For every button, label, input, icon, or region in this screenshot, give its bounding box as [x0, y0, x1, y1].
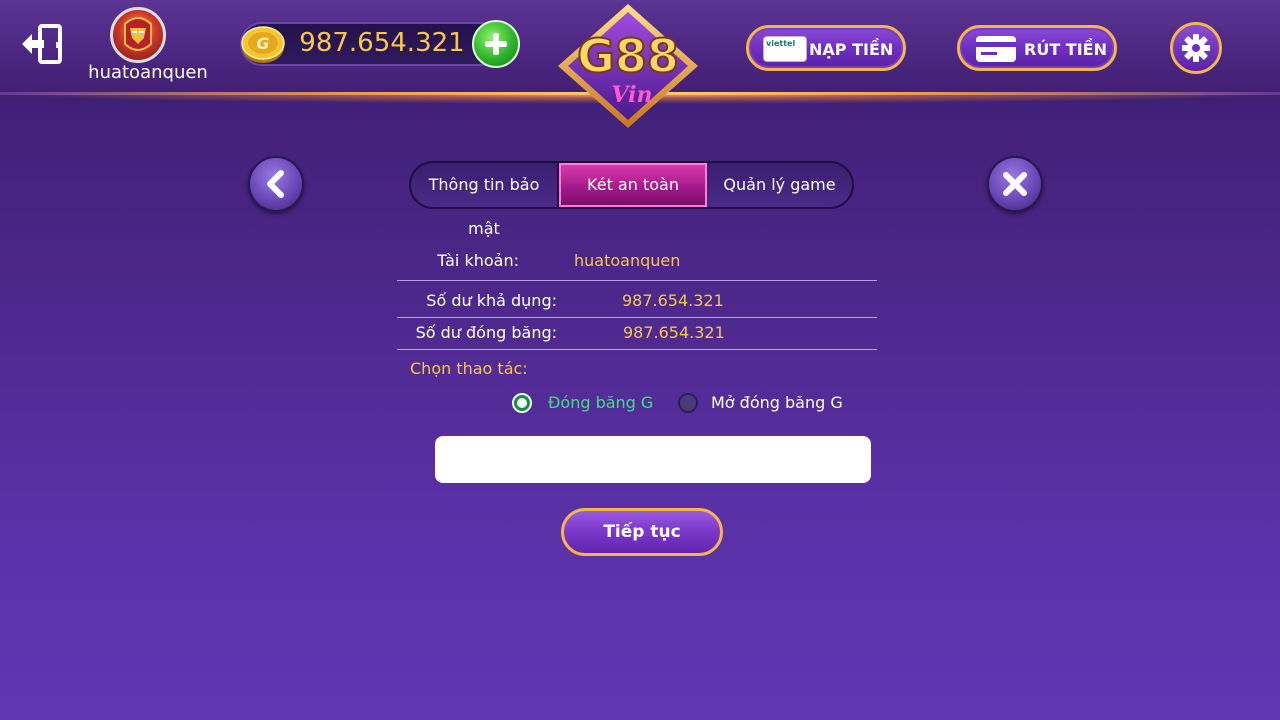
continue-button[interactable]: Tiếp tục: [561, 508, 723, 556]
frozen-balance-label: Số dư đóng băng:: [415, 323, 557, 342]
logo-subtext: Vin: [611, 82, 652, 108]
row-divider: [397, 349, 877, 350]
amount-input[interactable]: [435, 436, 871, 483]
freeze-radio[interactable]: [512, 393, 532, 413]
logo-text: G88: [577, 29, 679, 83]
withdraw-button[interactable]: RÚT TIỀN: [957, 25, 1117, 71]
row-divider: [397, 317, 877, 318]
account-value: huatoanquen: [574, 251, 681, 270]
close-icon: [1003, 172, 1027, 196]
frozen-balance-value: 987.654.321: [623, 323, 725, 342]
svg-text:G: G: [256, 34, 269, 53]
unfreeze-radio[interactable]: [678, 393, 698, 413]
deposit-button[interactable]: viettel NẠP TIỀN: [746, 25, 906, 71]
balance-amount: 987.654.321: [299, 28, 465, 58]
tab-security-info[interactable]: Thông tin bảo mật: [411, 163, 559, 238]
g88-logo: G88 Vin: [552, 2, 704, 130]
back-button[interactable]: [248, 156, 304, 212]
username: huatoanquen: [88, 62, 208, 83]
freeze-option-label[interactable]: Đóng băng G: [548, 393, 653, 412]
available-balance-label: Số dư khả dụng:: [426, 291, 557, 310]
credit-card-icon: [976, 36, 1016, 62]
tab-safe-box[interactable]: Két an toàn: [559, 163, 707, 207]
unfreeze-option-label[interactable]: Mở đóng băng G: [711, 393, 843, 412]
avatar[interactable]: [110, 7, 166, 63]
tab-game-management[interactable]: Quản lý game: [707, 163, 852, 207]
close-button[interactable]: [987, 156, 1043, 212]
logout-icon[interactable]: [18, 22, 66, 70]
row-divider: [397, 280, 877, 281]
choose-action-label: Chọn thao tác:: [410, 359, 528, 378]
gear-icon: [1182, 34, 1210, 62]
coin-icon: G: [240, 22, 286, 66]
chevron-left-icon: [267, 170, 284, 198]
settings-button[interactable]: [1170, 22, 1222, 74]
tab-bar: Thông tin bảo mật Két an toàn Quản lý ga…: [409, 161, 854, 238]
add-funds-button[interactable]: [472, 20, 520, 68]
account-label: Tài khoản:: [437, 251, 519, 270]
viettel-card-icon: viettel: [763, 36, 807, 62]
available-balance-value: 987.654.321: [622, 291, 724, 310]
